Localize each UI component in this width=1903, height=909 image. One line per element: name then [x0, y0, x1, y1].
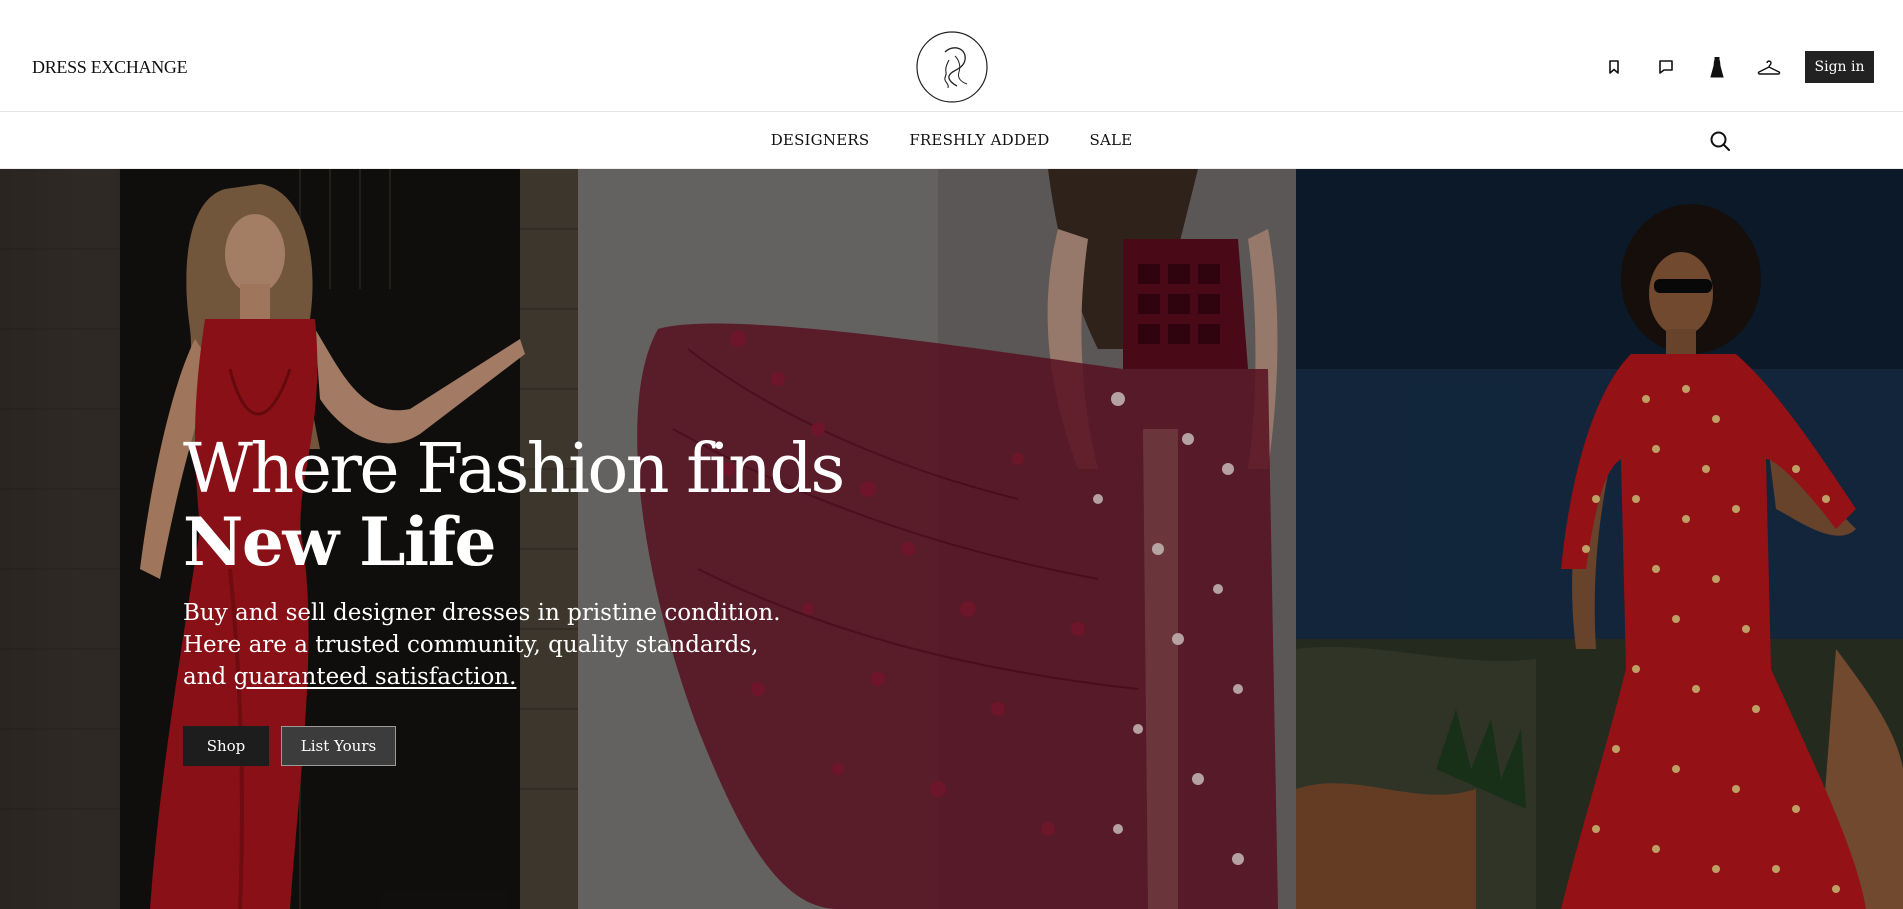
nav-links: DESIGNERS FRESHLY ADDED SALE: [0, 131, 1903, 149]
main-nav: DESIGNERS FRESHLY ADDED SALE: [0, 113, 1903, 169]
hero-banner: Where Fashion finds New Life Buy and sel…: [0, 169, 1903, 909]
dress-icon[interactable]: [1700, 50, 1734, 84]
shop-button[interactable]: Shop: [183, 726, 269, 766]
hero-cta-row: Shop List Yours: [183, 726, 396, 766]
bookmark-icon[interactable]: [1597, 50, 1631, 84]
hero-copy: Where Fashion finds New Life Buy and sel…: [183, 433, 883, 693]
nav-item-freshly-added[interactable]: FRESHLY ADDED: [909, 131, 1049, 149]
nav-item-designers[interactable]: DESIGNERS: [771, 131, 870, 149]
chat-icon[interactable]: [1649, 50, 1683, 84]
hero-subtitle: Buy and sell designer dresses in pristin…: [183, 597, 803, 693]
hero-headline-line2: New Life: [183, 503, 496, 581]
woman-profile-logo-icon[interactable]: [915, 30, 989, 104]
sign-in-button[interactable]: Sign in: [1805, 51, 1874, 83]
hero-image-red-floral-dress: [1296, 169, 1903, 909]
nav-item-sale[interactable]: SALE: [1089, 131, 1132, 149]
list-yours-button[interactable]: List Yours: [281, 726, 396, 766]
top-header: DRESS EXCHANGE Sign in: [0, 0, 1903, 112]
guaranteed-satisfaction-link[interactable]: guaranteed satisfaction.: [234, 664, 517, 690]
hero-headline-line1: Where Fashion finds: [183, 430, 845, 509]
brand-wordmark[interactable]: DRESS EXCHANGE: [32, 56, 188, 78]
search-icon[interactable]: [1706, 127, 1734, 155]
hanger-icon[interactable]: [1752, 50, 1786, 84]
